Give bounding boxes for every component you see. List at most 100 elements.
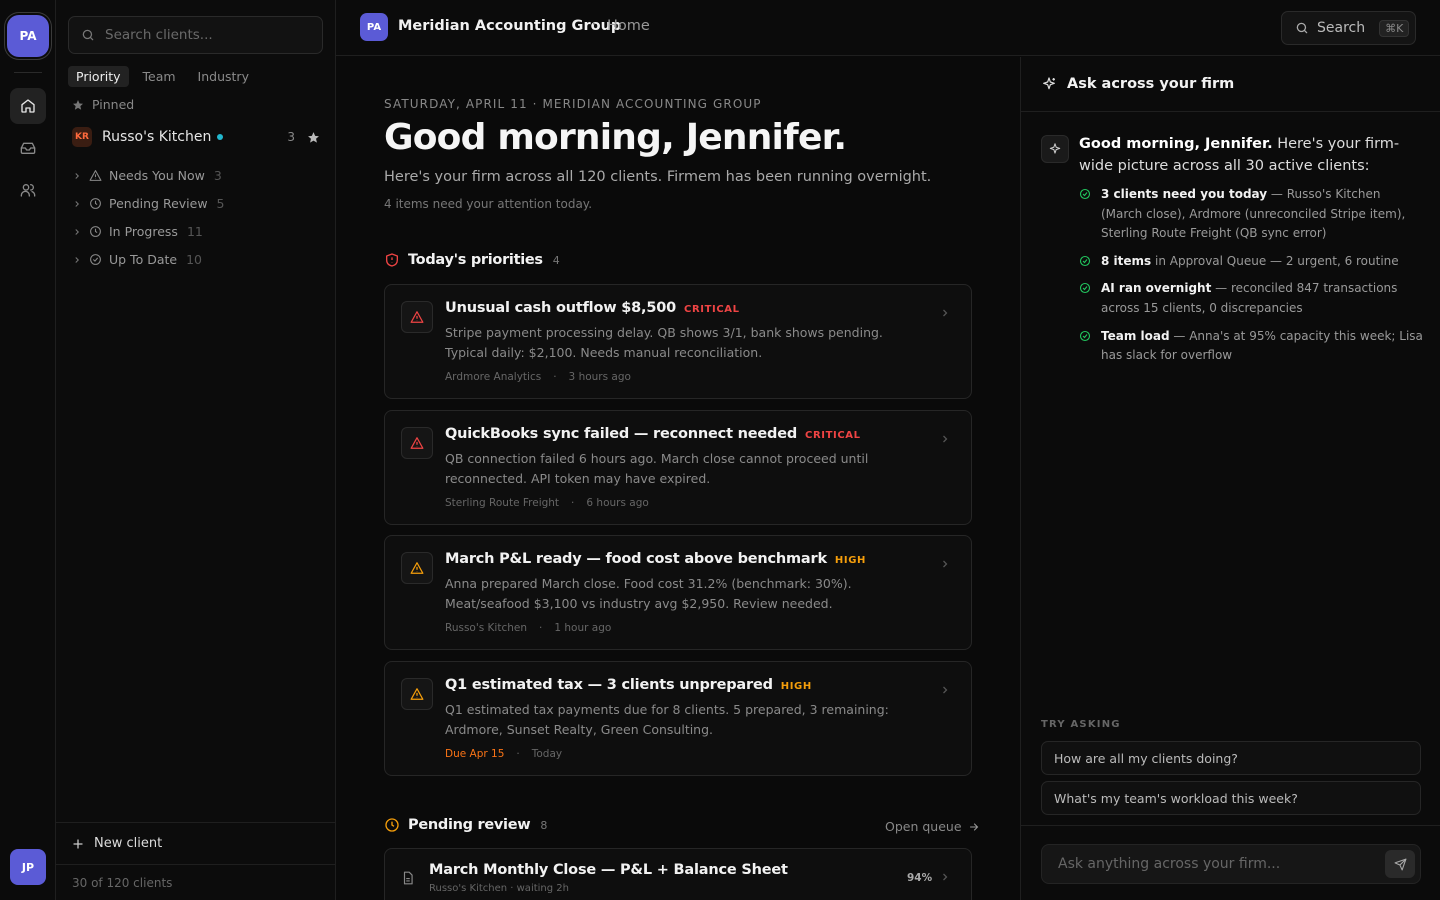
- new-client-button[interactable]: New client: [56, 822, 335, 864]
- global-search-button[interactable]: Search ⌘K: [1281, 11, 1416, 45]
- bullet-bold: 3 clients need you today: [1101, 187, 1268, 201]
- card-time: Today: [531, 748, 563, 760]
- star-icon: [73, 99, 83, 110]
- client-search[interactable]: [68, 16, 323, 54]
- client-sidebar: Priority Team Industry Pinned KR Russo's…: [56, 0, 336, 900]
- file-icon: [403, 871, 413, 885]
- send-button[interactable]: [1385, 850, 1415, 878]
- global-search-label: Search: [1317, 20, 1366, 36]
- suggestion-chip[interactable]: What's my team's workload this week?: [1041, 781, 1421, 815]
- card-client: Sterling Route Freight: [445, 497, 560, 509]
- group-needs-you-now[interactable]: Needs You Now 3: [72, 168, 222, 183]
- severity-badge: HIGH: [834, 555, 866, 566]
- pinned-client-russos-kitchen[interactable]: KR Russo's Kitchen 3: [72, 126, 320, 148]
- ask-box[interactable]: [1041, 844, 1421, 884]
- chevron-right-icon: [943, 873, 948, 881]
- top-bar: PA Meridian Accounting Group · Home Sear…: [336, 0, 1440, 56]
- alert-icon-box: [401, 301, 433, 333]
- page-title: Good morning, Jennifer.: [384, 117, 847, 158]
- plus-icon: [73, 838, 83, 849]
- group-count: 5: [216, 196, 225, 211]
- pending-review-item[interactable]: March Monthly Close — P&L + Balance Shee…: [384, 848, 972, 900]
- firm-name[interactable]: Meridian Accounting Group: [398, 18, 621, 34]
- sparkle-icon: [1043, 77, 1055, 90]
- priority-card[interactable]: QuickBooks sync failed — reconnect neede…: [384, 410, 972, 525]
- assistant-message: Good morning, Jennifer. Here's your firm…: [1079, 133, 1429, 177]
- section-count: 4: [552, 253, 560, 267]
- suggestion-chip[interactable]: How are all my clients doing?: [1041, 741, 1421, 775]
- group-up-to-date[interactable]: Up To Date 10: [72, 252, 202, 267]
- user-avatar[interactable]: JP: [10, 849, 46, 885]
- sparkle-icon: [1049, 143, 1061, 154]
- client-alert-count: 3: [287, 130, 295, 144]
- tab-team[interactable]: Team: [135, 66, 184, 87]
- severity-badge: CRITICAL: [684, 304, 740, 315]
- chevron-right-icon: [75, 228, 79, 235]
- chevron-right-icon: [75, 200, 79, 207]
- check-circle-icon: [90, 254, 101, 265]
- assistant-header: Ask across your firm: [1021, 57, 1440, 112]
- org-switcher[interactable]: PA: [7, 15, 49, 57]
- breadcrumb-home[interactable]: Home: [607, 18, 650, 34]
- client-count-footer: 30 of 120 clients: [56, 864, 335, 900]
- pending-review-header: Pending review 8: [384, 817, 547, 833]
- pending-item-progress: 94%: [907, 872, 933, 884]
- group-pending-review[interactable]: Pending Review 5: [72, 196, 225, 211]
- search-icon: [82, 29, 94, 41]
- chevron-right-icon: [75, 256, 79, 263]
- group-label: Up To Date: [109, 252, 178, 267]
- card-time: 1 hour ago: [554, 622, 612, 634]
- priority-card[interactable]: March P&L ready — food cost above benchm…: [384, 535, 972, 650]
- card-title: QuickBooks sync failed — reconnect neede…: [445, 426, 798, 442]
- tab-industry[interactable]: Industry: [190, 66, 257, 87]
- clock-icon: [90, 226, 101, 237]
- alert-icon-box: [401, 427, 433, 459]
- nav-team[interactable]: [10, 172, 46, 208]
- ask-input[interactable]: [1058, 856, 1368, 872]
- alert-triangle-icon: [410, 437, 424, 449]
- client-avatar: KR: [72, 127, 92, 147]
- pending-item-subtitle: Russo's Kitchen · waiting 2h: [429, 883, 569, 894]
- card-description: Q1 estimated tax payments due for 8 clie…: [445, 702, 889, 737]
- home-icon: [21, 99, 35, 113]
- section-count: 8: [540, 818, 548, 832]
- priority-card[interactable]: Unusual cash outflow $8,500 CRITICAL Stri…: [384, 284, 972, 399]
- group-label: Needs You Now: [109, 168, 205, 183]
- group-count: 11: [186, 224, 203, 239]
- assistant-avatar: [1041, 135, 1069, 163]
- chevron-right-icon: [943, 686, 948, 694]
- bullet-bold: 8 items: [1101, 253, 1152, 268]
- tab-priority[interactable]: Priority: [68, 66, 129, 87]
- card-client: Russo's Kitchen: [445, 622, 528, 634]
- chevron-right-icon: [943, 309, 948, 317]
- check-circle-icon: [1079, 188, 1091, 200]
- meta-separator: ·: [571, 497, 575, 509]
- client-search-input[interactable]: [105, 27, 305, 43]
- priority-card[interactable]: Q1 estimated tax — 3 clients unprepared H…: [384, 661, 972, 776]
- message-bold: Good morning, Jennifer.: [1079, 136, 1273, 152]
- alert-icon-box: [401, 552, 433, 584]
- search-icon: [1296, 22, 1308, 34]
- try-asking-label: TRY ASKING: [1041, 719, 1121, 730]
- nav-home[interactable]: [10, 88, 46, 124]
- send-icon: [1394, 858, 1406, 870]
- group-in-progress[interactable]: In Progress 11: [72, 224, 203, 239]
- check-circle-icon: [1079, 255, 1091, 266]
- alert-icon-box: [401, 678, 433, 710]
- nav-inbox[interactable]: [10, 130, 46, 166]
- firm-logo[interactable]: PA: [360, 13, 388, 41]
- chevron-right-icon: [943, 560, 948, 568]
- date-line: SATURDAY, APRIL 11 · MERIDIAN ACCOUNTING…: [384, 97, 762, 111]
- bullet-bold: Team load: [1101, 328, 1170, 343]
- attention-summary: 4 items need your attention today.: [384, 197, 593, 211]
- alert-triangle-icon: [410, 688, 424, 700]
- group-count: 3: [213, 168, 222, 183]
- clock-icon: [385, 818, 399, 832]
- rail-divider: [14, 72, 42, 73]
- inbox-icon: [20, 142, 36, 154]
- new-client-label: New client: [94, 836, 163, 851]
- arrow-right-icon: [969, 822, 978, 831]
- star-icon[interactable]: [307, 131, 320, 144]
- open-queue-link[interactable]: Open queue: [885, 819, 980, 834]
- pending-item-title: March Monthly Close — P&L + Balance Shee…: [429, 862, 788, 878]
